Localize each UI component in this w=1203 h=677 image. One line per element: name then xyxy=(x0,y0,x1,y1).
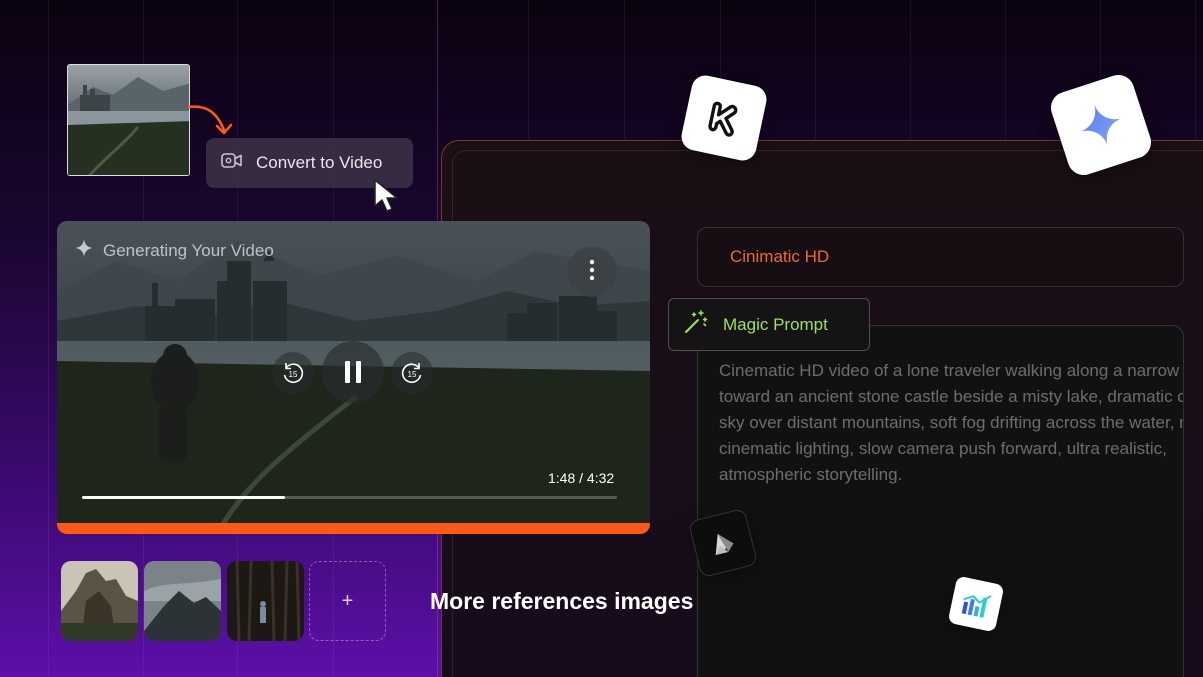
magic-prompt-button[interactable]: Magic Prompt xyxy=(668,298,870,351)
forward-15-button[interactable]: 15 xyxy=(391,352,433,394)
reference-image-1[interactable] xyxy=(61,561,138,641)
prompt-textarea[interactable]: Cinematic HD video of a lone traveler wa… xyxy=(697,325,1184,677)
mouse-cursor-icon xyxy=(374,179,398,212)
kling-logo-icon xyxy=(678,72,770,164)
accent-bar xyxy=(57,523,650,534)
generating-status-label: Generating Your Video xyxy=(103,240,274,260)
style-field[interactable]: Cinimatic HD xyxy=(697,227,1184,287)
forward-seconds: 15 xyxy=(408,370,417,379)
playback-time: 1:48 / 4:32 xyxy=(548,470,615,486)
video-sparkle-icon xyxy=(220,150,244,177)
curved-arrow-icon xyxy=(187,105,233,135)
pause-button[interactable] xyxy=(322,341,384,403)
add-reference-button[interactable]: + xyxy=(309,561,386,641)
chart-logo-icon xyxy=(947,575,1005,633)
plus-icon: + xyxy=(341,589,354,612)
sparkle-icon xyxy=(75,239,93,262)
rewind-seconds: 15 xyxy=(289,370,298,379)
convert-to-video-label: Convert to Video xyxy=(256,153,383,172)
bg-line xyxy=(48,0,49,677)
forward-icon: 15 xyxy=(401,363,422,384)
magic-prompt-label: Magic Prompt xyxy=(723,314,828,334)
generating-status: Generating Your Video xyxy=(75,239,274,262)
progress-bar[interactable] xyxy=(82,496,617,499)
references-caption: More references images xyxy=(430,588,694,614)
pause-icon xyxy=(345,361,361,383)
reference-image-2[interactable] xyxy=(144,561,221,641)
more-vertical-icon xyxy=(589,259,595,286)
video-player[interactable]: Generating Your Video 15 15 1:48 / 4:32 xyxy=(57,221,650,534)
magic-wand-icon xyxy=(683,309,709,340)
rewind-icon: 15 xyxy=(283,363,304,384)
reference-image-3[interactable] xyxy=(227,561,304,641)
prompt-text: Cinematic HD video of a lone traveler wa… xyxy=(719,361,1184,484)
source-image-thumbnail[interactable] xyxy=(67,64,190,176)
more-options-button[interactable] xyxy=(567,247,617,297)
progress-fill xyxy=(82,496,286,499)
rewind-15-button[interactable]: 15 xyxy=(272,352,314,394)
style-field-value: Cinimatic HD xyxy=(730,247,830,266)
